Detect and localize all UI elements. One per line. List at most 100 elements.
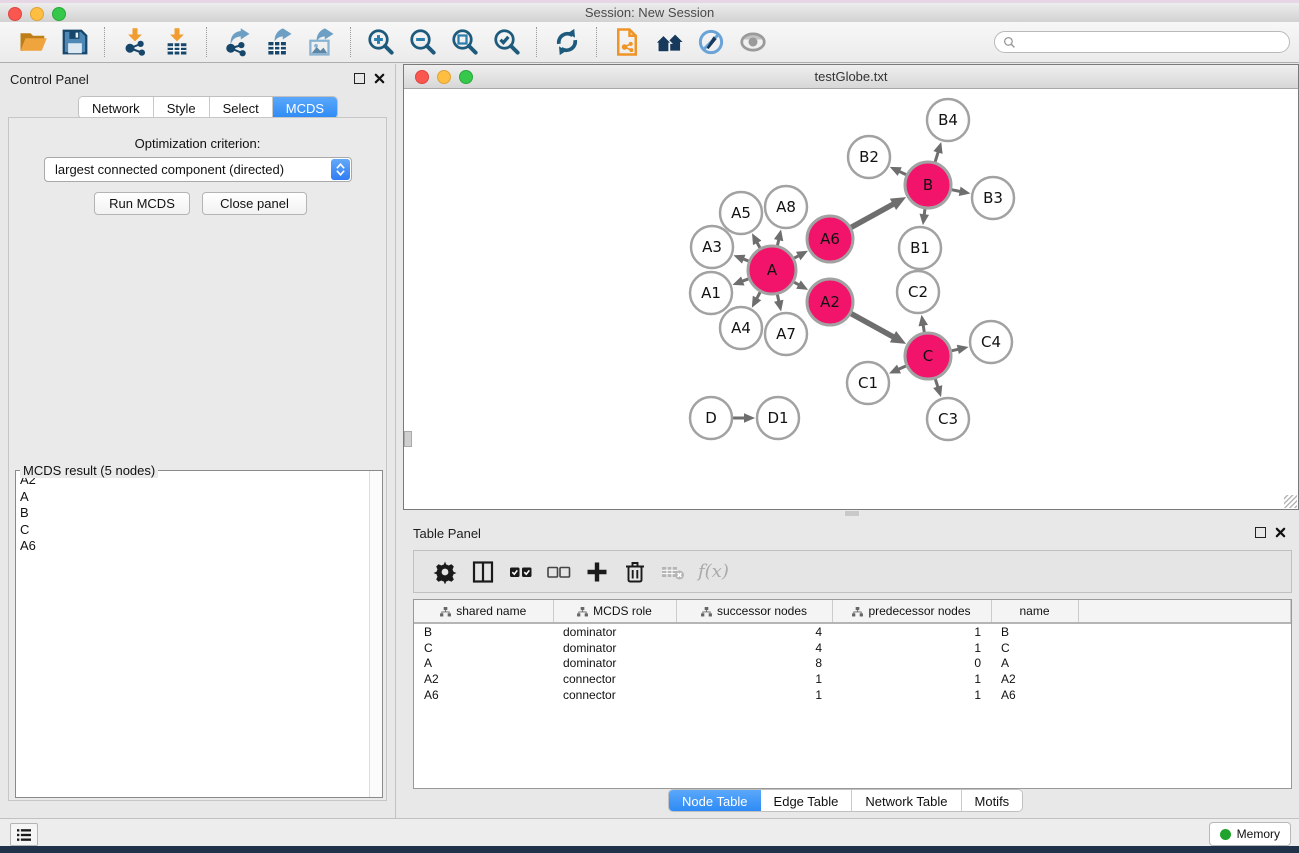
node-label-C3: C3 <box>938 410 958 428</box>
column-header-shared-name[interactable]: shared name <box>414 600 553 623</box>
import-table-icon[interactable] <box>161 26 193 58</box>
toolbar-separator <box>596 27 598 57</box>
result-list-item[interactable]: C <box>20 522 370 539</box>
table-row[interactable]: Cdominator41C <box>414 640 1291 656</box>
vertical-scrollbar-thumb[interactable] <box>404 431 412 447</box>
tab-style[interactable]: Style <box>154 97 210 118</box>
arrowhead-icon <box>733 255 745 264</box>
export-image-icon[interactable] <box>305 26 337 58</box>
function-builder-icon[interactable]: f(x) <box>698 561 729 582</box>
node-label-B: B <box>923 176 933 194</box>
arrowhead-icon <box>774 300 783 312</box>
delete-row-trash-icon[interactable] <box>620 557 650 587</box>
memory-button[interactable]: Memory <box>1209 822 1291 846</box>
list-icon <box>16 828 32 842</box>
mcds-result-legend: MCDS result (5 nodes) <box>20 463 158 478</box>
column-header-name[interactable]: name <box>991 600 1078 623</box>
select-all-checkboxes-icon[interactable] <box>506 557 536 587</box>
toolbar-separator <box>206 27 208 57</box>
node-label-C4: C4 <box>981 333 1001 351</box>
table-toolbar: f(x) <box>413 550 1292 593</box>
zoom-selected-icon[interactable] <box>491 26 523 58</box>
run-mcds-button[interactable]: Run MCDS <box>94 192 190 215</box>
network-canvas[interactable]: B4B2BB3A8A5A6A3B1AC2A1A2A4A7C4CC1C3DD1 <box>404 89 1298 509</box>
zoom-in-icon[interactable] <box>365 26 397 58</box>
arrowhead-icon <box>919 315 928 327</box>
node-label-D: D <box>705 409 717 427</box>
table-row[interactable]: Bdominator41B <box>414 623 1291 640</box>
close-panel-icon[interactable] <box>374 73 385 84</box>
refresh-icon[interactable] <box>551 26 583 58</box>
task-history-button[interactable] <box>10 823 38 846</box>
tab-motifs[interactable]: Motifs <box>962 790 1023 811</box>
import-network-icon[interactable] <box>119 26 151 58</box>
resize-grip-icon[interactable] <box>1284 495 1297 508</box>
show-columns-icon[interactable] <box>468 557 498 587</box>
mcds-tab-content: Optimization criterion: largest connecte… <box>8 117 387 801</box>
mcds-result-group: MCDS result (5 nodes) A2ABCA6 <box>15 463 383 798</box>
open-session-icon[interactable] <box>17 26 49 58</box>
tab-edge-table[interactable]: Edge Table <box>761 790 853 811</box>
toolbar-separator <box>350 27 352 57</box>
tab-mcds[interactable]: MCDS <box>273 97 337 118</box>
search-input[interactable] <box>1021 34 1289 50</box>
criterion-dropdown[interactable]: largest connected component (directed) <box>44 157 352 182</box>
horizontal-scrollbar-thumb[interactable] <box>845 511 859 516</box>
tab-network-table[interactable]: Network Table <box>852 790 961 811</box>
tab-select[interactable]: Select <box>210 97 273 118</box>
show-graphics-details-icon[interactable] <box>737 26 769 58</box>
zoom-out-icon[interactable] <box>407 26 439 58</box>
node-label-A7: A7 <box>776 325 796 343</box>
table-row[interactable]: Adominator80A <box>414 656 1291 672</box>
node-table[interactable]: shared nameMCDS rolesuccessor nodesprede… <box>413 599 1292 789</box>
result-list-item[interactable]: B <box>20 505 370 522</box>
export-network-icon[interactable] <box>221 26 253 58</box>
search-field[interactable] <box>994 31 1290 53</box>
delete-table-icon[interactable] <box>658 557 688 587</box>
add-row-icon[interactable] <box>582 557 612 587</box>
node-label-C1: C1 <box>858 374 878 392</box>
float-panel-icon[interactable] <box>354 73 365 84</box>
tab-network[interactable]: Network <box>79 97 154 118</box>
dropdown-stepper-icon <box>331 159 350 180</box>
arrowhead-icon <box>959 187 971 196</box>
edge-A6-B[interactable] <box>851 203 895 227</box>
tab-node-table[interactable]: Node Table <box>669 790 761 811</box>
network-window-titlebar[interactable]: testGlobe.txt <box>404 65 1298 89</box>
mcds-result-list[interactable]: A2ABCA6 <box>16 472 370 796</box>
zoom-fit-icon[interactable] <box>449 26 481 58</box>
close-panel-icon[interactable] <box>1275 527 1286 538</box>
node-label-A6: A6 <box>820 230 840 248</box>
arrowhead-icon <box>957 345 969 354</box>
edge-A2-C[interactable] <box>851 314 895 338</box>
export-table-icon[interactable] <box>263 26 295 58</box>
control-panel-title: Control Panel <box>10 72 89 87</box>
close-panel-button[interactable]: Close panel <box>202 192 307 215</box>
node-label-B3: B3 <box>983 189 1003 207</box>
table-panel-tabs: Node TableEdge TableNetwork TableMotifs <box>668 789 1023 812</box>
toolbar-separator <box>536 27 538 57</box>
column-header-predecessor-nodes[interactable]: predecessor nodes <box>832 600 991 623</box>
network-graph[interactable]: B4B2BB3A8A5A6A3B1AC2A1A2A4A7C4CC1C3DD1 <box>404 89 1298 509</box>
table-row[interactable]: A6connector11A6 <box>414 687 1291 703</box>
node-label-A1: A1 <box>701 284 721 302</box>
float-panel-icon[interactable] <box>1255 527 1266 538</box>
node-label-A2: A2 <box>820 293 840 311</box>
arrowhead-icon <box>933 142 942 154</box>
column-header-MCDS-role[interactable]: MCDS role <box>553 600 676 623</box>
column-header-successor-nodes[interactable]: successor nodes <box>676 600 832 623</box>
network-title: testGlobe.txt <box>404 69 1298 84</box>
save-session-icon[interactable] <box>59 26 91 58</box>
unselect-all-checkboxes-icon[interactable] <box>544 557 574 587</box>
result-scrollbar[interactable] <box>369 471 382 797</box>
result-list-item[interactable]: A6 <box>20 538 370 555</box>
open-network-file-icon[interactable] <box>611 26 643 58</box>
column-settings-gear-icon[interactable] <box>430 557 460 587</box>
result-list-item[interactable]: A <box>20 489 370 506</box>
node-label-B1: B1 <box>910 239 930 257</box>
hide-graphics-details-icon[interactable] <box>695 26 727 58</box>
arrowhead-icon <box>933 385 942 397</box>
table-row[interactable]: A2connector11A2 <box>414 671 1291 687</box>
home-icon[interactable] <box>653 26 685 58</box>
arrowhead-icon <box>733 277 745 286</box>
